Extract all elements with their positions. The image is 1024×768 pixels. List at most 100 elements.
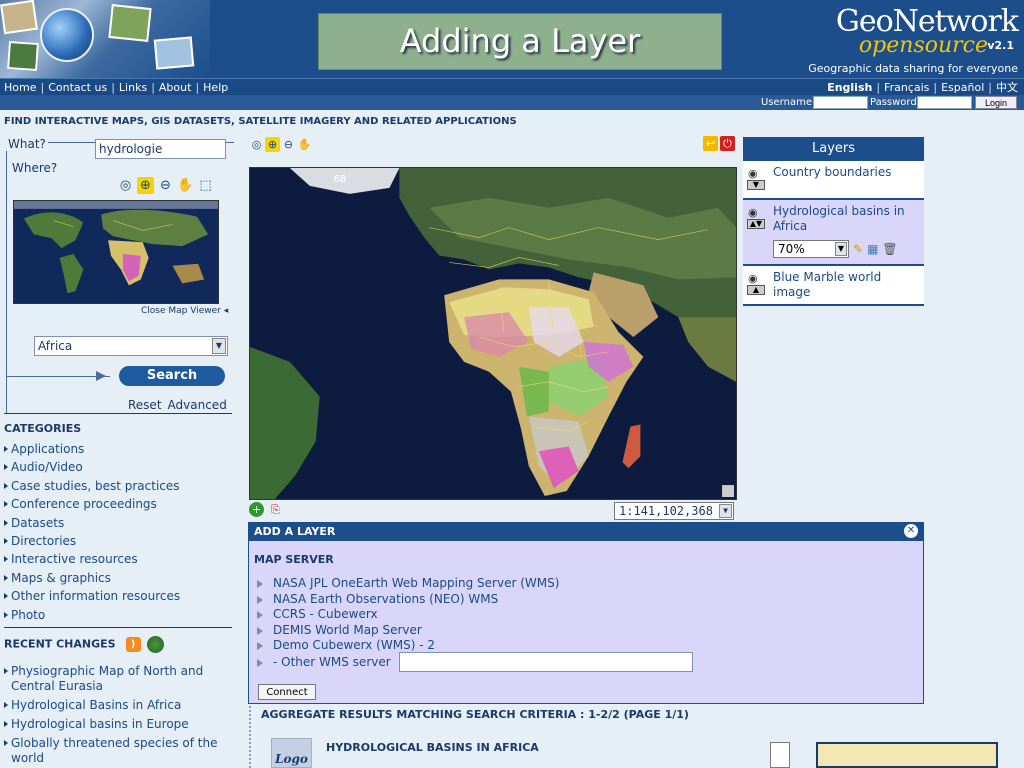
eye-icon[interactable]: ◉ [748, 205, 758, 220]
map-server-item[interactable]: DEMIS World Map Server [257, 623, 559, 639]
zoom-out-icon[interactable]: ⊖ [281, 137, 296, 152]
layer-name: Country boundaries [773, 165, 892, 179]
nav-help-link[interactable]: Help [203, 81, 228, 94]
results-title: AGGREGATE RESULTS MATCHING SEARCH CRITER… [261, 708, 689, 721]
eye-icon[interactable]: ◉ [748, 166, 758, 181]
region-select[interactable]: Africa ▼ [34, 336, 228, 356]
add-layer-header: ADD A LAYER ✕ [249, 523, 923, 541]
zoom-extent-icon[interactable]: ◎ [117, 177, 134, 194]
category-item[interactable]: Conference proceedings [4, 495, 236, 513]
zoom-out-icon[interactable]: ⊖ [157, 177, 174, 194]
pan-hand-icon[interactable]: ✋ [297, 137, 312, 152]
login-button[interactable]: Login [975, 96, 1017, 109]
trash-icon[interactable]: 🗑 [882, 242, 897, 257]
map-server-item[interactable]: NASA Earth Observations (NEO) WMS [257, 592, 559, 608]
brand-tagline: Geographic data sharing for everyone [808, 62, 1018, 75]
password-input[interactable] [917, 96, 972, 109]
layer-country-boundaries[interactable]: ◉ ▼ Country boundaries [743, 161, 924, 200]
collage-photo [108, 4, 152, 42]
category-item[interactable]: Applications [4, 440, 236, 458]
layer-hydrological-basins[interactable]: ◉ ▲▼ Hydrological basins in Africa 70% ▼… [743, 200, 924, 266]
pan-hand-icon[interactable]: ✋ [177, 177, 194, 194]
header-collage [0, 0, 210, 78]
lang-chinese[interactable]: 中文 [996, 81, 1018, 94]
where-label: Where? [12, 161, 58, 175]
layer-tools: 70% ▼ ✎ ▦ 🗑 [773, 240, 920, 258]
eye-icon[interactable]: ◉ [748, 271, 758, 286]
globe-icon [40, 8, 94, 62]
map-viewer[interactable]: 68 [249, 167, 737, 500]
result-title[interactable]: HYDROLOGICAL BASINS IN AFRICA [326, 741, 539, 754]
rss-icon[interactable]: ) [125, 637, 141, 652]
zoom-in-icon[interactable]: ⊕ [265, 137, 280, 152]
mini-map[interactable] [13, 200, 219, 304]
category-item[interactable]: Case studies, best practices [4, 477, 236, 495]
scale-select[interactable]: 1:141,102,368 ▼ [614, 502, 734, 520]
map-toolbar-right: ↩ ⏻ [703, 136, 735, 151]
username-input[interactable] [813, 96, 868, 109]
opacity-select[interactable]: 70% ▼ [773, 240, 849, 258]
search-button[interactable]: Search [119, 366, 225, 386]
layer-down-icon[interactable]: ▼ [747, 180, 765, 190]
category-item[interactable]: Maps & graphics [4, 569, 236, 587]
find-title: FIND INTERACTIVE MAPS, GIS DATASETS, SAT… [4, 116, 517, 127]
category-item[interactable]: Other information resources [4, 587, 236, 605]
pdf-icon[interactable]: ⎘ [268, 502, 283, 517]
category-item[interactable]: Photo [4, 606, 236, 624]
select-box-icon[interactable]: ⬚ [197, 177, 214, 194]
layer-up-icon[interactable]: ▲ [747, 285, 765, 295]
resize-handle-icon[interactable] [722, 485, 735, 498]
what-input[interactable] [95, 139, 226, 159]
layer-updown-icon[interactable]: ▲▼ [747, 219, 765, 229]
recent-change-item[interactable]: Physiographic Map of North and Central E… [4, 664, 224, 694]
recent-change-item[interactable]: Globally threatened species of the world [4, 736, 224, 766]
advanced-link[interactable]: Advanced [168, 398, 227, 412]
recent-changes-list: Physiographic Map of North and Central E… [4, 664, 224, 768]
document-icon[interactable] [770, 742, 790, 768]
category-item[interactable]: Directories [4, 532, 236, 550]
add-layer-icon[interactable]: + [249, 502, 264, 517]
recent-change-item[interactable]: Hydrological Basins in Africa [4, 698, 224, 713]
mini-map-tools: ◎ ⊕ ⊖ ✋ ⬚ [117, 177, 214, 195]
wms-url-input[interactable] [399, 652, 693, 672]
power-icon[interactable]: ⏻ [720, 136, 735, 151]
close-map-viewer-link[interactable]: Close Map Viewer ◂ [141, 306, 228, 316]
map-server-item[interactable]: CCRS - Cubewerx [257, 607, 559, 623]
result-thumbnail[interactable] [816, 742, 998, 768]
categories-title: CATEGORIES [4, 422, 82, 435]
map-server-item[interactable]: NASA JPL OneEarth Web Mapping Server (WM… [257, 576, 559, 592]
lang-spanish[interactable]: Español [941, 81, 984, 94]
language-links: English | Français | Español | 中文 [827, 81, 1018, 94]
zoom-in-icon[interactable]: ⊕ [137, 177, 154, 194]
login-bar: Username Password Login [0, 95, 1024, 110]
connect-button[interactable]: Connect [258, 684, 316, 700]
username-label: Username [761, 97, 812, 108]
nav-contact-link[interactable]: Contact us [48, 81, 107, 94]
category-item[interactable]: Interactive resources [4, 550, 236, 568]
back-icon[interactable]: ↩ [703, 136, 718, 151]
category-item[interactable]: Audio/Video [4, 458, 236, 476]
divider [4, 413, 232, 414]
nav-links: Home | Contact us | Links | About | Help [4, 81, 229, 94]
zoom-extent-icon[interactable]: ◎ [249, 137, 264, 152]
lang-english[interactable]: English [827, 81, 872, 94]
result-logo: Logo [271, 738, 312, 768]
nav-links-link[interactable]: Links [119, 81, 147, 94]
lang-french[interactable]: Français [884, 81, 929, 94]
header: Adding a Layer GeoNetwork opensource v2.… [0, 0, 1024, 78]
google-earth-icon[interactable] [146, 636, 164, 653]
map-server-title: MAP SERVER [254, 553, 334, 566]
close-icon[interactable]: ✕ [904, 524, 918, 538]
edit-icon[interactable]: ✎ [853, 242, 863, 257]
layer-blue-marble[interactable]: ◉ ▲ Blue Marble world image [743, 266, 924, 306]
category-item[interactable]: Datasets [4, 514, 236, 532]
reset-link[interactable]: Reset [128, 398, 162, 412]
layer-name: Hydrological basins in Africa [773, 204, 905, 233]
recent-change-item[interactable]: Hydrological basins in Europe [4, 717, 224, 732]
nav-about-link[interactable]: About [159, 81, 192, 94]
collage-photo [0, 0, 38, 35]
other-wms-label[interactable]: - Other WMS server [257, 655, 391, 669]
brand-version: v2.1 [987, 39, 1014, 52]
nav-home-link[interactable]: Home [4, 81, 36, 94]
table-icon[interactable]: ▦ [867, 242, 878, 257]
